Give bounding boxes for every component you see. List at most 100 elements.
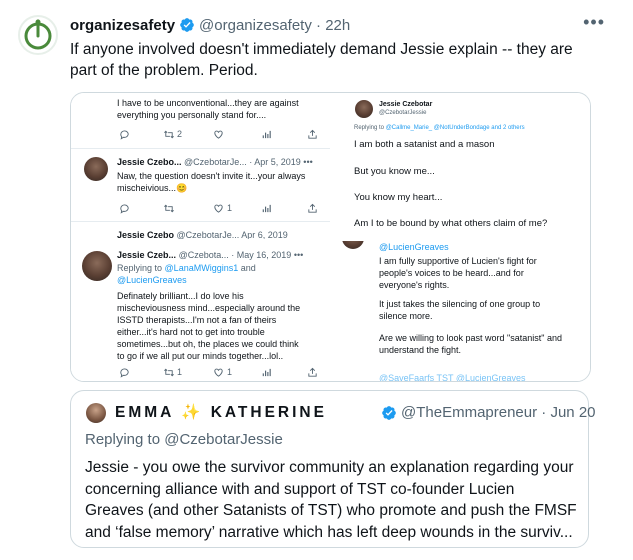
quote-text-line: Jessie - you owe the survivor community …	[85, 459, 574, 476]
avatar	[355, 100, 373, 118]
avatar[interactable]	[18, 15, 58, 55]
reply-header: Jessie Czebo... @CzebotarJe... · Apr 5, …	[117, 157, 313, 167]
media-grid[interactable]: I have to be unconventional...they are a…	[70, 92, 591, 382]
quote-text: Jessie - you owe the survivor community …	[85, 457, 577, 543]
media-image-3[interactable]: Jessie Czeb... @Czebota... · May 16, 201…	[71, 241, 330, 381]
replying-to-link: @Callme_Marie_ @NotUnderBondage and 2 ot…	[385, 125, 525, 131]
image-text-line: to go if we all put our minds together..…	[117, 351, 284, 361]
share-icon	[308, 367, 317, 377]
display-name[interactable]: organizesafety	[70, 17, 175, 34]
image-text-line: You know my heart...	[354, 192, 443, 203]
share-icon	[308, 129, 317, 139]
mention-link: @LucienGreaves	[379, 242, 449, 252]
quote-meta: @TheEmmapreneur · Jun 20	[401, 404, 596, 421]
tweet-header: organizesafety @organizesafety · 22h	[70, 16, 350, 36]
share-icon	[308, 203, 317, 213]
reply-handle: @CzebotarJe...	[184, 157, 247, 167]
action-bar: 2	[119, 129, 319, 141]
grid-divider	[71, 239, 590, 241]
image-text-line: I am both a satanist and a mason	[354, 139, 495, 150]
reply-date: · Apr 5, 2019	[249, 157, 301, 167]
replying-to-link[interactable]: @CzebotarJessie	[164, 431, 283, 448]
views-icon	[262, 368, 271, 377]
media-image-1[interactable]: I have to be unconventional...they are a…	[71, 93, 330, 239]
quote-display-name: EMMA ✨ KATHERINE	[115, 404, 327, 421]
reply-icon	[120, 368, 129, 378]
image-handle: @CzebotarJessie	[379, 110, 427, 116]
image-text-line: people's voices to be heard...and for	[379, 268, 524, 278]
image-text-line: But you know me...	[354, 166, 435, 177]
reply-icon	[120, 130, 129, 140]
verified-icon	[382, 406, 396, 420]
cut-date: Apr 6, 2019	[241, 230, 288, 239]
grid-divider	[330, 93, 332, 381]
image-text-line: mischeivious...😊	[117, 183, 188, 193]
quote-handle: @TheEmmapreneur	[401, 404, 538, 421]
image-text-line: silence more.	[379, 311, 433, 321]
reply-header: Jessie Czeb... @Czebota... · May 16, 201…	[117, 250, 304, 260]
logo-icon	[24, 19, 52, 50]
like-icon	[214, 368, 223, 377]
replying-and: and	[240, 263, 256, 273]
replying-to-link: @LucienGreaves	[117, 275, 187, 285]
reply-name: Jessie Czeb...	[117, 250, 177, 260]
retweet-icon	[164, 130, 174, 139]
verified-icon	[180, 18, 194, 32]
avatar	[86, 403, 106, 423]
image-text-line: mischeviousness mind...especially around…	[117, 303, 301, 313]
image-text-line: It just takes the silencing of one group…	[379, 299, 541, 309]
cut-header: Jessie Czebo @CzebotarJe... Apr 6, 2019	[117, 229, 288, 239]
action-bar: 1 1	[119, 367, 319, 379]
image-text-line: I have to be unconventional...they are a…	[117, 98, 299, 108]
image-name: Jessie Czebotar	[379, 101, 433, 108]
retweet-count: 1	[177, 367, 183, 377]
reply-handle: @Czebota...	[178, 250, 229, 260]
more-icon[interactable]: •••	[583, 12, 605, 33]
like-icon	[214, 130, 223, 139]
image-text-line: everyone's rights.	[379, 280, 450, 290]
cut-links: @SaveFaarfs TST @LucienGreaves	[379, 373, 526, 381]
like-count: 1	[227, 367, 233, 377]
replying-prefix: Replying to	[117, 263, 163, 273]
media-image-4[interactable]: @LucienGreaves I am fully supportive of …	[332, 241, 590, 381]
replying-prefix: Replying to	[354, 125, 385, 131]
retweet-count: 2	[177, 129, 183, 139]
media-image-2[interactable]: Jessie Czebotar @CzebotarJessie Replying…	[332, 93, 590, 239]
reply-name: Jessie Czebo...	[117, 157, 182, 167]
image-text-line: ISSTD therapists...I'm not a fan of thei…	[117, 315, 277, 325]
image-text-line: either...it's hard not to get into troub…	[117, 327, 265, 337]
tweet-text: If anyone involved doesn't immediately d…	[70, 41, 573, 79]
avatar	[82, 251, 112, 281]
timestamp[interactable]: 22h	[325, 17, 350, 34]
image-text-line: understand the fight.	[379, 345, 462, 355]
quote-text-line: Greaves (and other Satanists of TST) who…	[85, 502, 577, 519]
action-bar: 1	[119, 203, 319, 215]
quote-text-line: concerning alliance with and support of …	[85, 480, 515, 498]
like-icon	[214, 204, 223, 213]
handle[interactable]: @organizesafety	[199, 17, 312, 34]
retweet-icon	[164, 204, 174, 213]
cut-name: Jessie Czebo	[117, 230, 175, 239]
replying-to: Replying to @Callme_Marie_ @NotUnderBond…	[354, 125, 525, 131]
avatar	[342, 241, 364, 249]
dot-separator: ·	[316, 17, 322, 34]
reply-icon	[120, 204, 129, 214]
like-count: 1	[227, 203, 233, 213]
quote-replying-to: Replying to @CzebotarJessie	[85, 431, 283, 448]
views-icon	[262, 130, 271, 139]
replying-prefix: Replying to	[85, 431, 161, 448]
image-text-line: Am I to be bound by what others claim of…	[354, 218, 548, 229]
quote-date: Jun 20	[550, 404, 596, 421]
avatar	[84, 157, 108, 181]
replying-to: Replying to @LanaMWiggins1 and	[117, 262, 256, 275]
replying-to-link: @LanaMWiggins1	[164, 263, 239, 273]
quote-text-line: and ‘false memory’ narrative which has l…	[85, 523, 573, 541]
views-icon	[262, 204, 271, 213]
image-text-line: everything you personally stand for....	[117, 110, 267, 120]
dot-separator: ·	[541, 404, 547, 421]
image-text-line: Naw, the question doesn't invite it...yo…	[117, 171, 306, 181]
quoted-tweet[interactable]: EMMA ✨ KATHERINE @TheEmmapreneur · Jun 2…	[70, 390, 596, 548]
reply-date: · May 16, 2019	[231, 250, 292, 260]
image-text-line: Definately brilliant...I do love his	[117, 291, 244, 301]
cut-handle: @CzebotarJe...	[176, 230, 240, 239]
